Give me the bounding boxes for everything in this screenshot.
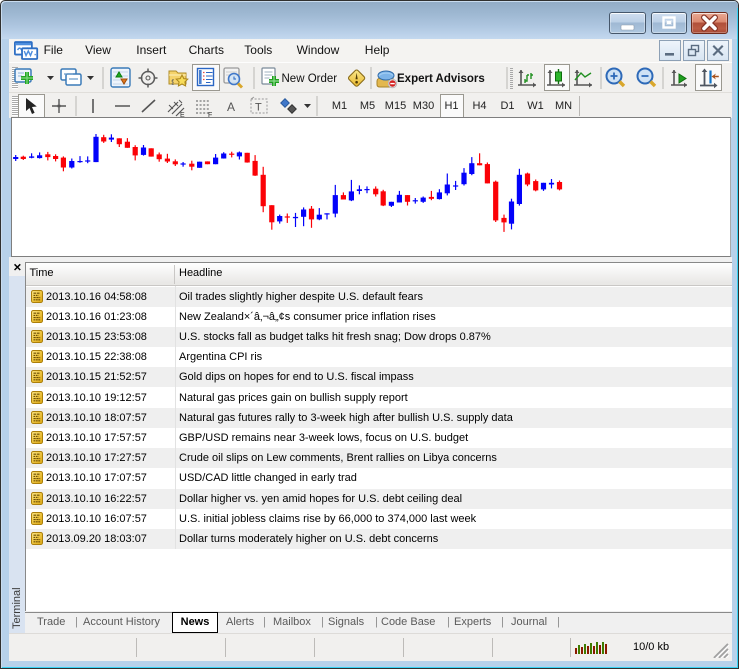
svg-text:New Order: New Order [282, 73, 338, 85]
svg-text:T: T [255, 102, 262, 114]
svg-text:A: A [227, 100, 235, 114]
svg-text:Expert Advisors: Expert Advisors [397, 73, 485, 85]
